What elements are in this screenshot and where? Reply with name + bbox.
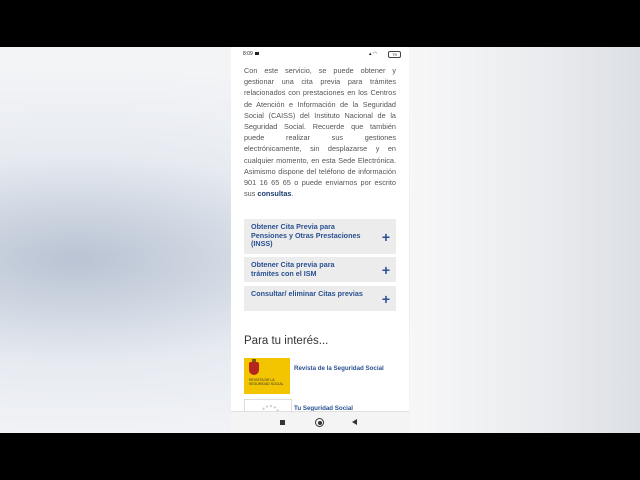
recents-icon[interactable]	[280, 420, 285, 425]
revista-logo[interactable]: REVISTA DE LA SEGURIDAD SOCIAL	[244, 358, 290, 394]
interest-heading: Para tu interés...	[244, 335, 329, 347]
accordion-consultar-citas[interactable]: Consultar/ eliminar Citas previas +	[244, 286, 396, 311]
back-icon[interactable]	[352, 419, 357, 425]
blurred-background-right	[410, 47, 640, 433]
status-time: 8:09	[243, 51, 253, 57]
revista-link[interactable]: Revista de la Seguridad Social	[294, 365, 384, 372]
signal-wifi-icon: ▴ ◠	[369, 51, 378, 57]
accordion-consultar-citas-label: Consultar/ eliminar Citas previas	[251, 289, 363, 298]
plus-icon[interactable]: +	[382, 263, 390, 277]
home-icon[interactable]	[315, 418, 324, 427]
intro-paragraph: Con este servicio, se puede obtener y ge…	[244, 65, 396, 199]
accordion-cita-inss[interactable]: Obtener Cita Previa para Pensiones y Otr…	[244, 219, 396, 254]
consultas-link[interactable]: consultas	[257, 189, 291, 198]
status-bar: 8:09 ▴ ◠ 79	[231, 47, 409, 61]
phone-screen: 8:09 ▴ ◠ 79 Con este servicio, se puede …	[231, 47, 409, 433]
intro-text: Con este servicio, se puede obtener y ge…	[244, 66, 396, 199]
camera-icon	[255, 52, 259, 55]
letterbox-bottom	[0, 433, 640, 480]
plus-icon[interactable]: +	[382, 230, 390, 244]
battery-icon: 79	[388, 51, 401, 58]
android-nav-bar	[231, 411, 409, 433]
accordion-cita-ism-label: Obtener Cita previa para trámites con el…	[251, 260, 335, 278]
accordion-cita-inss-label: Obtener Cita Previa para Pensiones y Otr…	[251, 222, 361, 249]
letterbox-top	[0, 0, 640, 47]
plus-icon[interactable]: +	[382, 292, 390, 306]
intro-end: .	[291, 189, 294, 199]
revista-logo-text: REVISTA DE LA SEGURIDAD SOCIAL	[249, 378, 284, 386]
coat-of-arms-icon	[249, 359, 259, 375]
accordion-cita-ism[interactable]: Obtener Cita previa para trámites con el…	[244, 257, 396, 282]
